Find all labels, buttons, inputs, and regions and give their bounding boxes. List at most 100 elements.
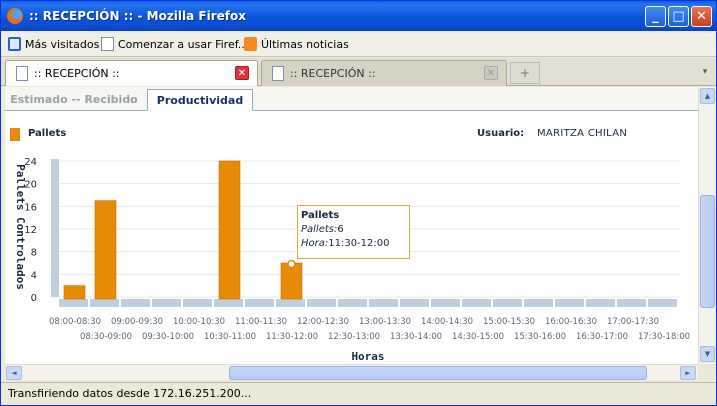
x-tick-label: 16:00-16:30 [545,317,597,327]
close-tab-icon[interactable]: ✕ [484,66,498,80]
baseline-block [462,299,491,307]
baseline-block [90,299,119,307]
tooltip-value-label: Pallets: [301,224,338,235]
app-tab-bar: Estimado -- Recibido Productividad [5,87,698,111]
bar [218,160,241,300]
x-tick-label: 15:00-15:30 [483,317,535,327]
baseline-block [648,299,677,307]
new-tab-button[interactable]: + [510,62,540,84]
page-content: Estimado -- Recibido Productividad Palle… [5,87,698,364]
baseline-block [214,299,243,307]
page-icon [101,37,114,51]
x-tick-label: 13:00-13:30 [359,317,411,327]
x-tick-label: 12:30-13:00 [328,332,380,342]
baseline-block [276,299,305,307]
legend-swatch [10,128,20,141]
vertical-scrollbar[interactable]: ▲ ▼ [698,87,715,364]
status-bar: Transfiriendo datos desde 172.16.251.200… [1,382,716,405]
tooltip-hour: 11:30-12:00 [328,238,390,249]
close-window-button[interactable]: ✕ [691,6,712,27]
firefox-logo-icon [7,8,23,24]
x-tick-label: 17:00-17:30 [607,317,659,327]
x-tick-label: 09:30-10:00 [142,332,194,342]
baseline-block [617,299,646,307]
x-tick-label: 08:30-09:00 [80,332,132,342]
y-tick-label: 0 [31,293,37,304]
x-tick-label: 10:30-11:00 [204,332,256,342]
baseline-block [152,299,181,307]
user-label: Usuario: [477,128,525,139]
status-text: Transfiriendo datos desde 172.16.251.200… [8,387,252,400]
baseline-block [183,299,212,307]
bookmarks-toolbar: Más visitados Comenzar a usar Firef... Ú… [1,33,716,57]
bookmark-ultimas-noticias[interactable]: Últimas noticias [244,37,349,53]
horizontal-scrollbar[interactable]: ◄ ► [5,364,698,380]
bookmark-label: Comenzar a usar Firef... [118,38,249,51]
bookmark-label: Más visitados [25,38,100,51]
baseline-block [369,299,398,307]
tab-label: :: RECEPCIÓN :: [290,67,376,80]
bar [63,285,86,300]
bookmark-comenzar[interactable]: Comenzar a usar Firef... [101,37,248,53]
tooltip-hour-label: Hora: [301,238,329,249]
x-tick-label: 08:00-08:30 [49,317,101,327]
baseline-block [121,299,150,307]
tab-strip: :: RECEPCIÓN :: ✕ :: RECEPCIÓN :: ✕ + ▾ [1,58,716,86]
chart-tooltip: Pallets Pallets:6 Hora:11:30-12:00 [297,205,410,259]
x-tick-label: 14:00-14:30 [421,317,473,327]
y-axis-bar [51,159,59,297]
tab-recepcion-inactive[interactable]: :: RECEPCIÓN :: ✕ [261,60,507,86]
tab-productividad[interactable]: Productividad [147,89,253,111]
x-tick-label: 10:00-10:30 [173,317,225,327]
baseline-block [586,299,615,307]
tab-recepcion-active[interactable]: :: RECEPCIÓN :: ✕ [5,60,258,86]
baseline-block [307,299,336,307]
y-tick-label: 4 [31,270,37,281]
maximize-button[interactable]: □ [668,6,689,27]
title-bar[interactable]: :: RECEPCIÓN :: - Mozilla Firefox _ □ ✕ [1,1,716,31]
page-icon [16,66,28,81]
x-tick-label: 16:30-17:00 [576,332,628,342]
baseline-block [400,299,429,307]
scroll-right-icon[interactable]: ► [680,366,696,380]
tab-label: :: RECEPCIÓN :: [34,67,120,80]
bookmark-label: Últimas noticias [261,38,349,51]
baseline-block [59,299,88,307]
search-icon [8,37,21,51]
bookmark-mas-visitados[interactable]: Más visitados [8,37,99,53]
close-tab-icon[interactable]: ✕ [235,66,249,80]
x-tick-label: 11:30-12:00 [266,332,318,342]
bar [94,200,117,300]
baseline-block [555,299,584,307]
window-title: :: RECEPCIÓN :: - Mozilla Firefox [29,9,246,23]
page-icon [272,66,284,81]
minimize-button[interactable]: _ [645,6,666,27]
rss-icon [244,37,257,51]
bar [280,262,303,300]
x-tick-label: 14:30-15:00 [452,332,504,342]
browser-window: :: RECEPCIÓN :: - Mozilla Firefox _ □ ✕ … [0,0,717,406]
x-tick-label: 15:30-16:00 [514,332,566,342]
baseline-block [524,299,553,307]
tab-list-dropdown-icon[interactable]: ▾ [697,62,713,84]
baseline-block [338,299,367,307]
x-axis-title: Horas [351,350,384,363]
tab-estimado-recibido[interactable]: Estimado -- Recibido [5,89,143,111]
baseline-block [493,299,522,307]
scroll-up-icon[interactable]: ▲ [700,88,715,104]
vertical-scroll-thumb[interactable] [700,195,715,308]
tooltip-value-row: Pallets:6 [301,223,406,237]
x-tick-label: 12:00-12:30 [297,317,349,327]
bar-highlight-marker [287,259,296,269]
legend-label: Pallets [28,128,67,139]
tooltip-title: Pallets [301,210,340,221]
y-axis-title: Pallets Controlados [14,164,27,290]
user-value: MARITZA CHILAN [537,128,628,139]
horizontal-scroll-thumb[interactable] [229,366,647,380]
y-tick-label: 8 [31,248,37,259]
scroll-left-icon[interactable]: ◄ [6,366,22,380]
tooltip-hour-row: Hora:11:30-12:00 [301,237,406,251]
x-tick-label: 11:00-11:30 [235,317,287,327]
x-tick-label: 13:30-14:00 [390,332,442,342]
scroll-down-icon[interactable]: ▼ [700,346,715,362]
